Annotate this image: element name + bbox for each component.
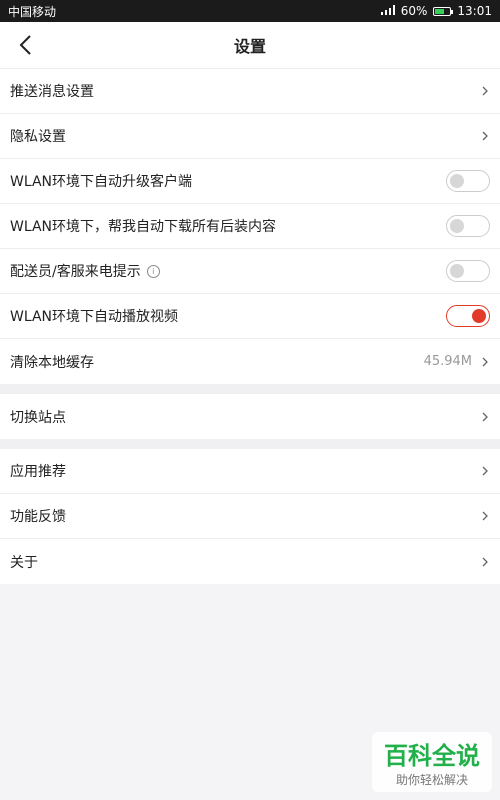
chevron-right-icon: [482, 86, 488, 96]
section-divider: [0, 439, 500, 449]
chevron-right-icon: [482, 511, 488, 521]
clock: 13:01: [457, 4, 492, 18]
chevron-right-icon: [482, 557, 488, 566]
settings-row-label: WLAN环境下自动播放视频: [10, 306, 178, 326]
battery-percent: 60%: [400, 4, 428, 18]
row-label-text: WLAN环境下自动播放视频: [10, 309, 179, 325]
row-trailing: [480, 557, 490, 567]
settings-row-label: 功能反馈: [10, 506, 66, 526]
row-label-text: 功能反馈: [10, 509, 66, 525]
row-label-text: WLAN环境下自动升级客户端: [10, 174, 193, 190]
settings-row[interactable]: WLAN环境下自动升级客户端: [0, 159, 500, 204]
chevron-right-icon: [482, 412, 488, 421]
settings-row-label: 推送消息设置: [10, 81, 94, 101]
header: 设置: [0, 22, 500, 69]
section-divider: [0, 384, 500, 394]
settings-row[interactable]: 推送消息设置: [0, 69, 500, 114]
battery-icon: [433, 6, 454, 16]
watermark-main: 百科全说: [384, 742, 480, 770]
settings-row-label: 隐私设置: [10, 126, 66, 146]
settings-row[interactable]: 隐私设置: [0, 114, 500, 159]
settings-row-label: WLAN环境下自动升级客户端: [10, 171, 192, 191]
row-trailing: [480, 511, 490, 521]
settings-row-label: 关于: [10, 552, 38, 572]
settings-row-label: 切换站点: [10, 407, 66, 427]
chevron-right-icon: [482, 131, 488, 141]
toggle-switch[interactable]: [446, 170, 490, 192]
row-trailing: [480, 86, 490, 96]
signal-icon: [380, 4, 395, 18]
toggle-knob: [472, 308, 486, 323]
row-label-text: 配送员/客服来电提示: [10, 264, 141, 280]
row-label-text: 切换站点: [10, 409, 66, 426]
settings-group-1: 推送消息设置 隐私设置 WLAN环境下自动升级客户端 WLAN环境下，帮我自动下载所有…: [0, 69, 500, 384]
row-label-text: 应用推荐: [10, 464, 66, 480]
back-button[interactable]: [14, 34, 36, 56]
settings-row[interactable]: 配送员/客服来电提示 i: [0, 249, 500, 294]
chevron-right-icon: [482, 357, 488, 366]
settings-row[interactable]: 切换站点: [0, 394, 500, 439]
row-label-text: WLAN环境下，帮我自动下载所有后装内容: [10, 219, 277, 235]
row-trailing: [446, 260, 490, 282]
info-icon[interactable]: i: [146, 264, 160, 278]
carrier: 中国移动: [8, 4, 57, 19]
row-label-text: 推送消息设置: [10, 84, 94, 100]
row-trailing: [480, 466, 490, 476]
status-bar: 中国移动 60% 13:01: [0, 0, 500, 22]
chevron-left-icon: [19, 35, 31, 55]
settings-row-label: 清除本地缓存: [10, 352, 94, 372]
settings-row[interactable]: 清除本地缓存 45.94M: [0, 339, 500, 384]
toggle-knob: [450, 218, 464, 233]
watermark-logo: 百科全说 助你轻松解决: [372, 732, 492, 792]
page-title: 设置: [233, 37, 266, 56]
status-icons: 60% 13:01: [380, 4, 492, 18]
row-label-text: 隐私设置: [10, 129, 66, 145]
toggle-switch[interactable]: [446, 260, 490, 282]
settings-row[interactable]: 功能反馈: [0, 494, 500, 539]
settings-group-2: 切换站点: [0, 394, 500, 439]
settings-row-label: 配送员/客服来电提示 i: [10, 261, 160, 281]
toggle-knob: [450, 263, 464, 278]
toggle-switch[interactable]: [446, 215, 490, 237]
row-trailing: [446, 215, 490, 237]
toggle-knob: [450, 173, 464, 188]
settings-group-3: 应用推荐功能反馈关于: [0, 449, 500, 584]
chevron-right-icon: [482, 466, 488, 476]
row-label-text: 关于: [10, 554, 38, 571]
settings-row-label: 应用推荐: [10, 461, 66, 481]
settings-row-label: WLAN环境下，帮我自动下载所有后装内容: [10, 216, 276, 236]
toggle-switch[interactable]: [446, 305, 490, 327]
row-trailing: [480, 131, 490, 141]
watermark-sub: 助你轻松解决: [395, 773, 468, 787]
row-label-text: 清除本地缓存: [10, 354, 94, 371]
row-trailing: 45.94M: [424, 354, 490, 369]
settings-row[interactable]: WLAN环境下，帮我自动下载所有后装内容: [0, 204, 500, 249]
row-trailing: [480, 412, 490, 422]
row-trailing: [446, 305, 490, 327]
settings-row[interactable]: 关于: [0, 539, 500, 584]
settings-row[interactable]: WLAN环境下自动播放视频: [0, 294, 500, 339]
cache-size-value: 45.94M: [423, 354, 472, 369]
row-trailing: [446, 170, 490, 192]
settings-row[interactable]: 应用推荐: [0, 449, 500, 494]
